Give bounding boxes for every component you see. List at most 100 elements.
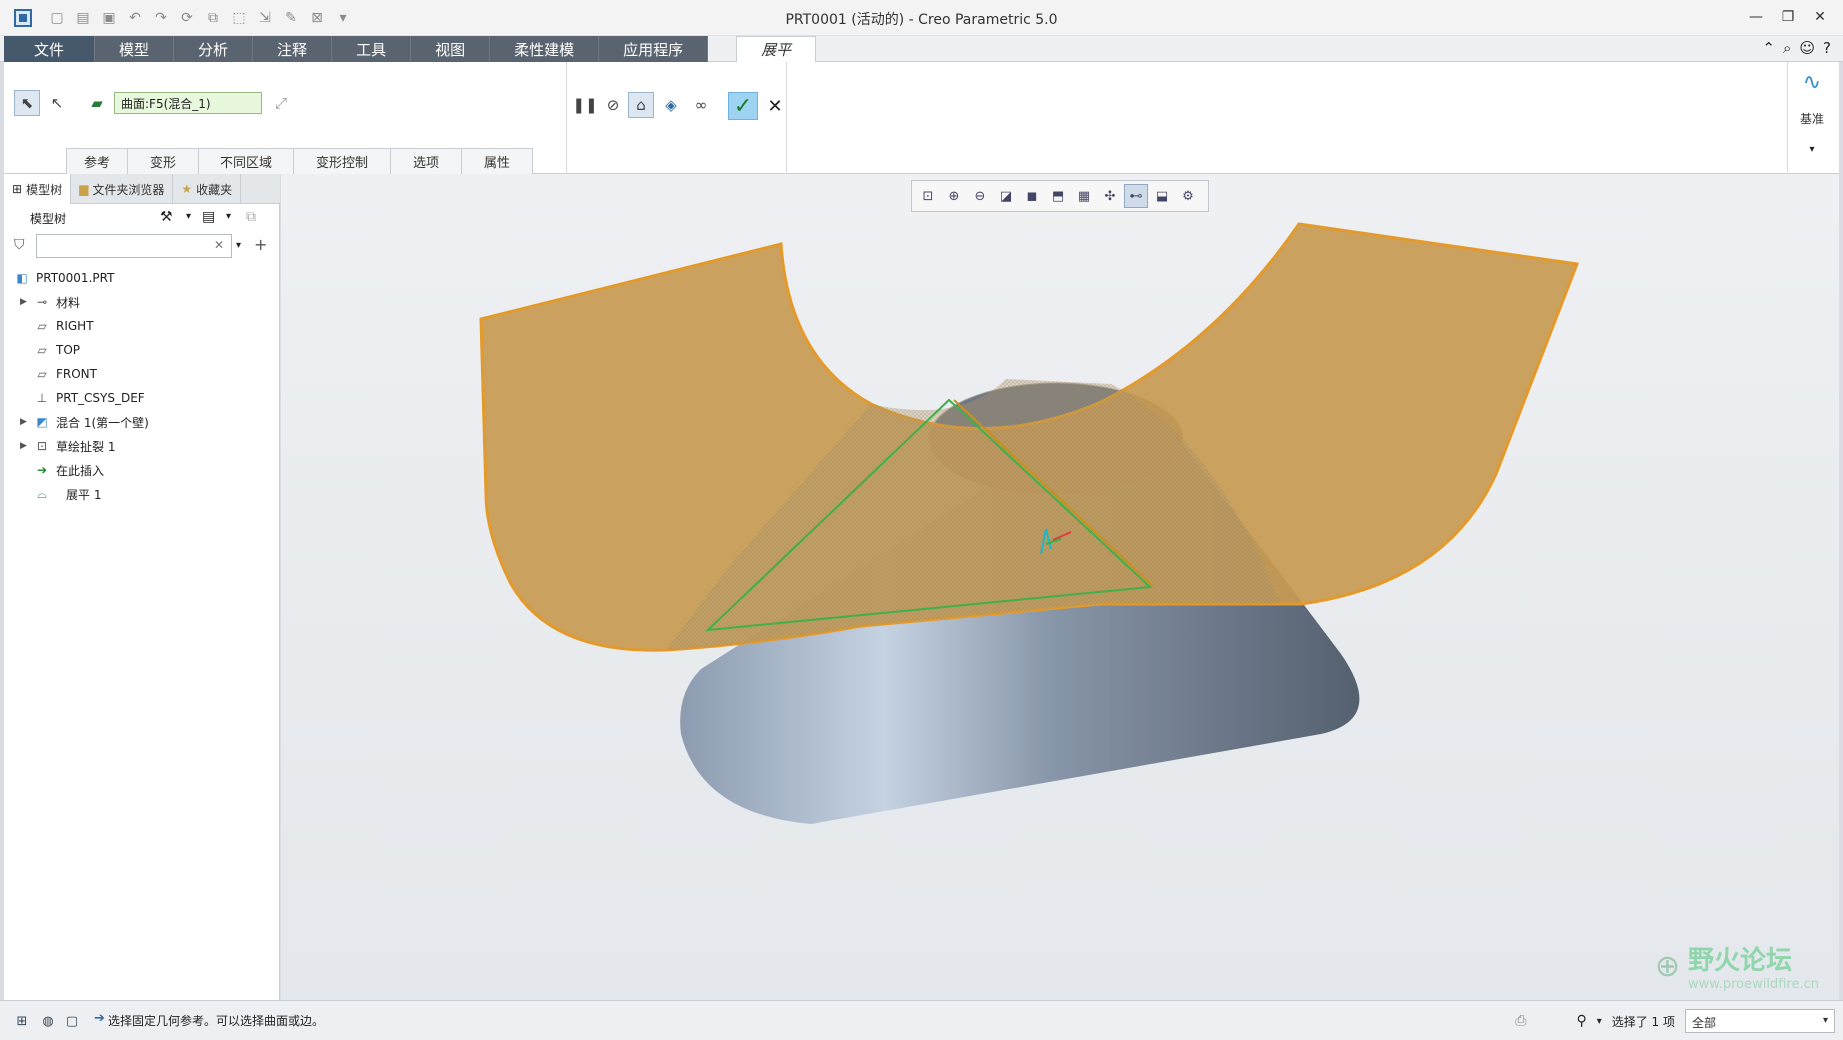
selection-filter-value: 全部: [1692, 1016, 1717, 1030]
tab-references[interactable]: 参考: [66, 148, 128, 174]
tab-analysis[interactable]: 分析: [174, 36, 254, 62]
static-preview-button[interactable]: ⌂: [628, 92, 654, 118]
graphics-window[interactable]: ⊡ ⊕ ⊖ ◪ ◼ ⬒ ▦ ✣ ⊷ ⬓ ⚙ ⊕ 野火论坛 www.proewil…: [281, 174, 1839, 1000]
status-message: 选择固定几何参考。可以选择曲面或边。: [108, 1014, 325, 1028]
tab-properties[interactable]: 属性: [461, 148, 533, 174]
tree-item[interactable]: ▶ ⊡ 草绘扯裂 1: [4, 434, 280, 458]
minimize-button[interactable]: —: [1743, 6, 1769, 28]
chevron-down-icon[interactable]: ▾: [186, 211, 191, 222]
watermark-logo-icon: ⊕: [1654, 948, 1681, 984]
tab-view[interactable]: 视图: [411, 36, 491, 62]
add-filter-icon[interactable]: +: [254, 235, 267, 254]
chevron-down-icon[interactable]: ▾: [226, 211, 231, 222]
close-button[interactable]: ✕: [1807, 6, 1833, 28]
tab-file[interactable]: 文件: [4, 36, 96, 62]
tree-item[interactable]: ▶ ⊸ 材料: [4, 290, 280, 314]
show-icon[interactable]: ▤: [202, 209, 215, 225]
pause-button[interactable]: ❚❚: [572, 92, 598, 118]
tree-item[interactable]: ▱ FRONT: [4, 362, 280, 386]
tree-item[interactable]: ⊥ PRT_CSYS_DEF: [4, 386, 280, 410]
window-controls: — ❐ ✕: [1743, 6, 1833, 28]
title-bar: ▢ ▤ ▣ ↶ ↷ ⟳ ⧉ ⬚ ⇲ ✎ ⊠ ▾ PRT0001 (活动的) - …: [0, 0, 1843, 36]
full-screen-icon[interactable]: ▢: [62, 1011, 82, 1031]
expand-arrow-icon[interactable]: ▶: [20, 417, 27, 427]
clear-filter-icon[interactable]: ✕: [214, 238, 224, 252]
blend-icon: ◩: [36, 415, 48, 429]
chevron-down-icon: ▾: [1822, 1015, 1828, 1026]
pointer-select-button[interactable]: ↖: [44, 90, 70, 116]
tab-favorites[interactable]: ★ 收藏夹: [173, 174, 242, 204]
navigator-tabs: ⊞ 模型树 ▆ 文件夹浏览器 ★ 收藏夹: [4, 174, 280, 204]
tab-applications[interactable]: 应用程序: [599, 36, 709, 62]
tab-flatten[interactable]: 展平: [736, 36, 817, 62]
flip-direction-icon[interactable]: ⤢: [268, 90, 294, 116]
tab-folder-browser-label: 文件夹浏览器: [92, 182, 165, 197]
community-icon[interactable]: ☺: [1799, 39, 1815, 57]
tree-filter-options-icon[interactable]: ⧉: [246, 209, 256, 225]
chevron-down-icon[interactable]: ▾: [1788, 144, 1836, 155]
no-preview-button[interactable]: ⊘: [600, 92, 626, 118]
model-scene: [479, 222, 1580, 824]
tab-model-tree[interactable]: ⊞ 模型树: [4, 174, 72, 204]
printer-icon[interactable]: ⎙: [1515, 1013, 1526, 1029]
tab-folder-browser[interactable]: ▆ 文件夹浏览器: [71, 174, 174, 204]
selection-filter-select[interactable]: 全部 ▾: [1685, 1009, 1835, 1033]
navigator-panel: ⊞ 模型树 ▆ 文件夹浏览器 ★ 收藏夹 模型树 ⚒ ▾ ▤ ▾ ⧉ ⛉ ✕ ▾…: [4, 174, 280, 1000]
tree-title: 模型树: [30, 212, 67, 226]
chevron-down-icon[interactable]: ▾: [1597, 1016, 1602, 1027]
tree-filter-row: ⛉ ✕ ▾ +: [4, 234, 280, 260]
tree-item-label: 混合 1(第一个壁): [56, 415, 149, 430]
datum-group: ∿ 基准 ▾: [1787, 62, 1835, 174]
reference-collector[interactable]: 曲面:F5(混合_1): [114, 92, 262, 114]
part-icon: ◧: [16, 271, 28, 285]
tree-item-label: PRT_CSYS_DEF: [56, 391, 145, 405]
menu-bar: 文件 模型 分析 注释 工具 视图 柔性建模 应用程序 展平 ⌃ ⌕ ☺ ?: [0, 36, 1843, 62]
tree-item-label: TOP: [56, 343, 81, 357]
tab-deform-control[interactable]: 变形控制: [293, 148, 391, 174]
ok-button[interactable]: ✓: [728, 92, 758, 120]
watermark-url: www.proewildfire.cn: [1688, 977, 1819, 992]
cancel-button[interactable]: ✕: [764, 94, 786, 118]
datum-curve-icon[interactable]: ∿: [1798, 70, 1826, 98]
expand-arrow-icon[interactable]: ▶: [20, 441, 27, 451]
tree-item[interactable]: ➔ 在此插入: [4, 458, 280, 482]
ribbon-panel: ⬉ ↖ ▰ 曲面:F5(混合_1) ⤢ 参考 变形 不同区域 变形控制 选项 属…: [4, 62, 1839, 174]
expand-arrow-icon[interactable]: ▶: [20, 297, 27, 307]
tab-deform[interactable]: 变形: [127, 148, 199, 174]
tree-settings-icon[interactable]: ⚒: [160, 209, 173, 225]
filter-icon[interactable]: ⛉: [14, 237, 25, 253]
tree-item-label: FRONT: [56, 367, 97, 381]
verify-glasses-button[interactable]: ∞: [688, 92, 714, 118]
tree-item[interactable]: ◧ PRT0001.PRT: [4, 266, 280, 290]
toggle-navigator-icon[interactable]: ⊞: [12, 1011, 32, 1031]
tree-item[interactable]: ⌓ 展平 1: [4, 482, 280, 506]
toggle-browser-icon[interactable]: ◍: [38, 1011, 58, 1031]
tab-model[interactable]: 模型: [95, 36, 175, 62]
selection-count: 选择了 1 项: [1611, 1014, 1675, 1029]
tab-annotate[interactable]: 注释: [253, 36, 333, 62]
tree-item[interactable]: ▱ TOP: [4, 338, 280, 362]
restore-button[interactable]: ❐: [1775, 6, 1801, 28]
csys-icon: ⊥: [36, 391, 48, 405]
favorites-icon: ★: [181, 182, 193, 196]
find-icon[interactable]: ⚲: [1576, 1013, 1586, 1029]
collapse-ribbon-icon[interactable]: ⌃: [1762, 39, 1775, 57]
tree-item[interactable]: ▶ ◩ 混合 1(第一个壁): [4, 410, 280, 434]
tab-tools[interactable]: 工具: [332, 36, 412, 62]
message-arrow-icon: ➔: [94, 1011, 105, 1026]
dynamic-preview-button[interactable]: ◈: [658, 92, 684, 118]
tree-item[interactable]: ▱ RIGHT: [4, 314, 280, 338]
chevron-down-icon[interactable]: ▾: [236, 240, 241, 251]
search-icon[interactable]: ⌕: [1783, 39, 1791, 57]
folder-icon: ▆: [79, 182, 89, 196]
tab-options[interactable]: 选项: [390, 148, 462, 174]
status-bar: ⊞ ◍ ▢ ➔ 选择固定几何参考。可以选择曲面或边。 ⎙ ⚲ ▾ 选择了 1 项…: [0, 1000, 1843, 1040]
datum-label[interactable]: 基准: [1788, 110, 1836, 127]
tree-search-input[interactable]: [36, 234, 232, 258]
tree-item-label: 材料: [56, 295, 81, 310]
insert-here-icon: ➔: [36, 463, 48, 477]
geometry-select-button[interactable]: ⬉: [14, 90, 40, 116]
tab-flexible-modeling[interactable]: 柔性建模: [490, 36, 600, 62]
tab-different-regions[interactable]: 不同区域: [198, 148, 294, 174]
help-icon[interactable]: ?: [1823, 39, 1831, 57]
